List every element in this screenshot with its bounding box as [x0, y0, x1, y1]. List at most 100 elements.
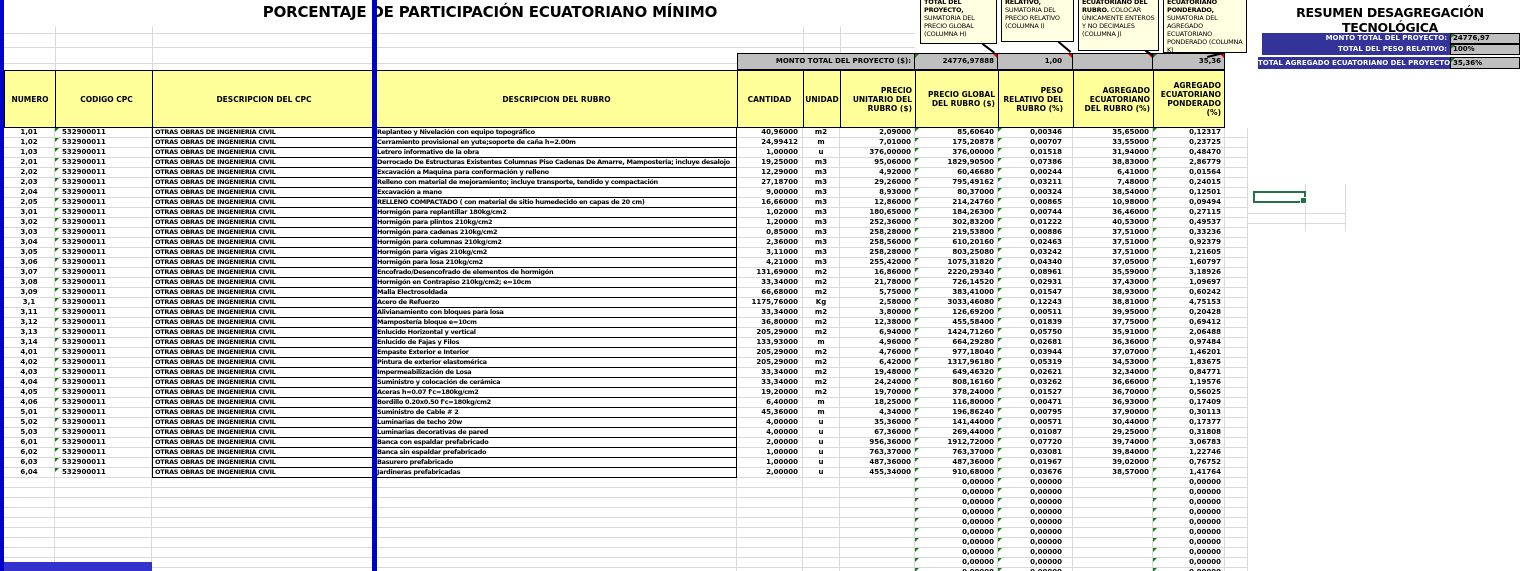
cell-precio-global[interactable]: 1424,71260: [915, 328, 998, 338]
cell-peso-relativo[interactable]: 0,08961: [998, 268, 1073, 278]
cell-peso-relativo[interactable]: 0,01839: [998, 318, 1073, 328]
cell-descripcion-cpc[interactable]: OTRAS OBRAS DE INGENIERIA CIVIL: [152, 468, 375, 478]
cell-codigo-cpc[interactable]: 532900011: [55, 128, 152, 138]
cell-descripcion-cpc[interactable]: OTRAS OBRAS DE INGENIERIA CIVIL: [152, 158, 375, 168]
cell-agregado-ponderado[interactable]: 1,19576: [1153, 378, 1225, 388]
cell-precio-unitario[interactable]: [840, 518, 915, 528]
total-agregado-rubro-cell[interactable]: [1073, 53, 1153, 70]
cell-descripcion-cpc[interactable]: OTRAS OBRAS DE INGENIERIA CIVIL: [152, 168, 375, 178]
cell-codigo-cpc[interactable]: 532900011: [55, 138, 152, 148]
cell-cantidad[interactable]: 131,69000: [737, 268, 803, 278]
total-peso-relativo-cell[interactable]: 1,00: [998, 53, 1073, 70]
cell-descripcion-rubro[interactable]: [375, 478, 737, 488]
cell-descripcion-cpc[interactable]: OTRAS OBRAS DE INGENIERIA CIVIL: [152, 368, 375, 378]
cell-precio-unitario[interactable]: 5,75000: [840, 288, 915, 298]
cell-unidad[interactable]: m2: [803, 368, 840, 378]
cell-cantidad[interactable]: 6,40000: [737, 398, 803, 408]
cell-agregado-rubro[interactable]: 31,94000: [1073, 148, 1153, 158]
cell-unidad[interactable]: m2: [803, 378, 840, 388]
cell-descripcion-rubro[interactable]: Excavación a Maquina para conformación y…: [375, 168, 737, 178]
cell-descripcion-rubro[interactable]: Hormigón para columnas 210kg/cm2: [375, 238, 737, 248]
cell-descripcion-rubro[interactable]: Enlucido Horizontal y vertical: [375, 328, 737, 338]
totals-label[interactable]: MONTO TOTAL DEL PROYECTO ($):: [737, 53, 915, 70]
total-precio-global-cell[interactable]: 24776,97888: [915, 53, 998, 70]
cell-descripcion-cpc[interactable]: OTRAS OBRAS DE INGENIERIA CIVIL: [152, 218, 375, 228]
cell-unidad[interactable]: m2: [803, 268, 840, 278]
cell-precio-global[interactable]: 184,26300: [915, 208, 998, 218]
cell-peso-relativo[interactable]: 0,07720: [998, 438, 1073, 448]
cell-precio-global[interactable]: 219,53800: [915, 228, 998, 238]
empty-cell[interactable]: [1225, 538, 1248, 548]
empty-cell[interactable]: [1225, 338, 1248, 348]
cell-cantidad[interactable]: 1,00000: [737, 458, 803, 468]
cell-agregado-rubro[interactable]: [1073, 538, 1153, 548]
empty-cell[interactable]: [1225, 278, 1248, 288]
cell-agregado-ponderado[interactable]: 0,01564: [1153, 168, 1225, 178]
cell-cantidad[interactable]: 27,18700: [737, 178, 803, 188]
header-peso-relativo[interactable]: PESO RELATIVO DEL RUBRO (%): [999, 71, 1074, 127]
cell-descripcion-cpc[interactable]: OTRAS OBRAS DE INGENIERIA CIVIL: [152, 278, 375, 288]
cell-descripcion-cpc[interactable]: OTRAS OBRAS DE INGENIERIA CIVIL: [152, 138, 375, 148]
header-precio-global[interactable]: PRECIO GLOBAL DEL RUBRO ($): [916, 71, 999, 127]
cell-numero[interactable]: [4, 518, 55, 528]
summary-label-peso-relativo[interactable]: TOTAL DEL PESO RELATIVO:: [1262, 44, 1450, 55]
cell-precio-global[interactable]: 487,36000: [915, 458, 998, 468]
cell-precio-unitario[interactable]: 19,48000: [840, 368, 915, 378]
cell-agregado-ponderado[interactable]: 0,97484: [1153, 338, 1225, 348]
header-descripcion-cpc[interactable]: DESCRIPCION DEL CPC: [153, 71, 376, 127]
cell-numero[interactable]: 1,02: [4, 138, 55, 148]
empty-cell[interactable]: [1225, 478, 1248, 488]
empty-cell[interactable]: [1225, 558, 1248, 568]
cell-agregado-ponderado[interactable]: 0,12501: [1153, 188, 1225, 198]
cell-descripcion-cpc[interactable]: [152, 488, 375, 498]
cell-numero[interactable]: 3,07: [4, 268, 55, 278]
cell-descripcion-rubro[interactable]: [375, 528, 737, 538]
cell-agregado-ponderado[interactable]: 0,00000: [1153, 508, 1225, 518]
cell-agregado-ponderado[interactable]: 0,84771: [1153, 368, 1225, 378]
cell-descripcion-cpc[interactable]: OTRAS OBRAS DE INGENIERIA CIVIL: [152, 458, 375, 468]
empty-cell[interactable]: [1225, 428, 1248, 438]
cell-agregado-ponderado[interactable]: 0,60242: [1153, 288, 1225, 298]
cell-precio-global[interactable]: 0,00000: [915, 478, 998, 488]
cell-agregado-ponderado[interactable]: 0,00000: [1153, 478, 1225, 488]
cell-numero[interactable]: 3,1: [4, 298, 55, 308]
cell-unidad[interactable]: m3: [803, 188, 840, 198]
cell-unidad[interactable]: m: [803, 408, 840, 418]
cell-numero[interactable]: 6,01: [4, 438, 55, 448]
cell-numero[interactable]: 1,01: [4, 128, 55, 138]
cell-agregado-ponderado[interactable]: 0,17409: [1153, 398, 1225, 408]
cell-descripcion-rubro[interactable]: Empaste Exterior e Interior: [375, 348, 737, 358]
empty-cell[interactable]: [1225, 378, 1248, 388]
cell-precio-unitario[interactable]: 4,34000: [840, 408, 915, 418]
cell-precio-unitario[interactable]: 376,00000: [840, 148, 915, 158]
cell-codigo-cpc[interactable]: 532900011: [55, 308, 152, 318]
cell-codigo-cpc[interactable]: 532900011: [55, 428, 152, 438]
cell-descripcion-cpc[interactable]: OTRAS OBRAS DE INGENIERIA CIVIL: [152, 188, 375, 198]
cell-precio-unitario[interactable]: 258,28000: [840, 228, 915, 238]
cell-unidad[interactable]: m3: [803, 198, 840, 208]
cell-descripcion-rubro[interactable]: Excavación a mano: [375, 188, 737, 198]
cell-codigo-cpc[interactable]: 532900011: [55, 338, 152, 348]
cell-descripcion-cpc[interactable]: OTRAS OBRAS DE INGENIERIA CIVIL: [152, 288, 375, 298]
cell-codigo-cpc[interactable]: 532900011: [55, 388, 152, 398]
cell-cantidad[interactable]: [737, 488, 803, 498]
cell-descripcion-cpc[interactable]: OTRAS OBRAS DE INGENIERIA CIVIL: [152, 338, 375, 348]
cell-agregado-rubro[interactable]: 37,51000: [1073, 238, 1153, 248]
cell-descripcion-rubro[interactable]: Replanteo y Nivelación con equipo topogr…: [375, 128, 737, 138]
cell-precio-global[interactable]: 3033,46080: [915, 298, 998, 308]
cell-numero[interactable]: 5,02: [4, 418, 55, 428]
cell-precio-global[interactable]: 726,14520: [915, 278, 998, 288]
cell-numero[interactable]: 3,14: [4, 338, 55, 348]
cell-agregado-ponderado[interactable]: 0,27115: [1153, 208, 1225, 218]
cell-peso-relativo[interactable]: 0,00324: [998, 188, 1073, 198]
cell-descripcion-cpc[interactable]: [152, 478, 375, 488]
empty-cell[interactable]: [1225, 448, 1248, 458]
cell-cantidad[interactable]: [737, 508, 803, 518]
cell-cantidad[interactable]: [737, 528, 803, 538]
cell-numero[interactable]: 2,01: [4, 158, 55, 168]
empty-cell[interactable]: [1225, 218, 1248, 228]
empty-cell[interactable]: [1225, 528, 1248, 538]
cell-peso-relativo[interactable]: 0,03081: [998, 448, 1073, 458]
empty-cell[interactable]: [1225, 178, 1248, 188]
selection-fill-handle[interactable]: [1300, 197, 1307, 204]
